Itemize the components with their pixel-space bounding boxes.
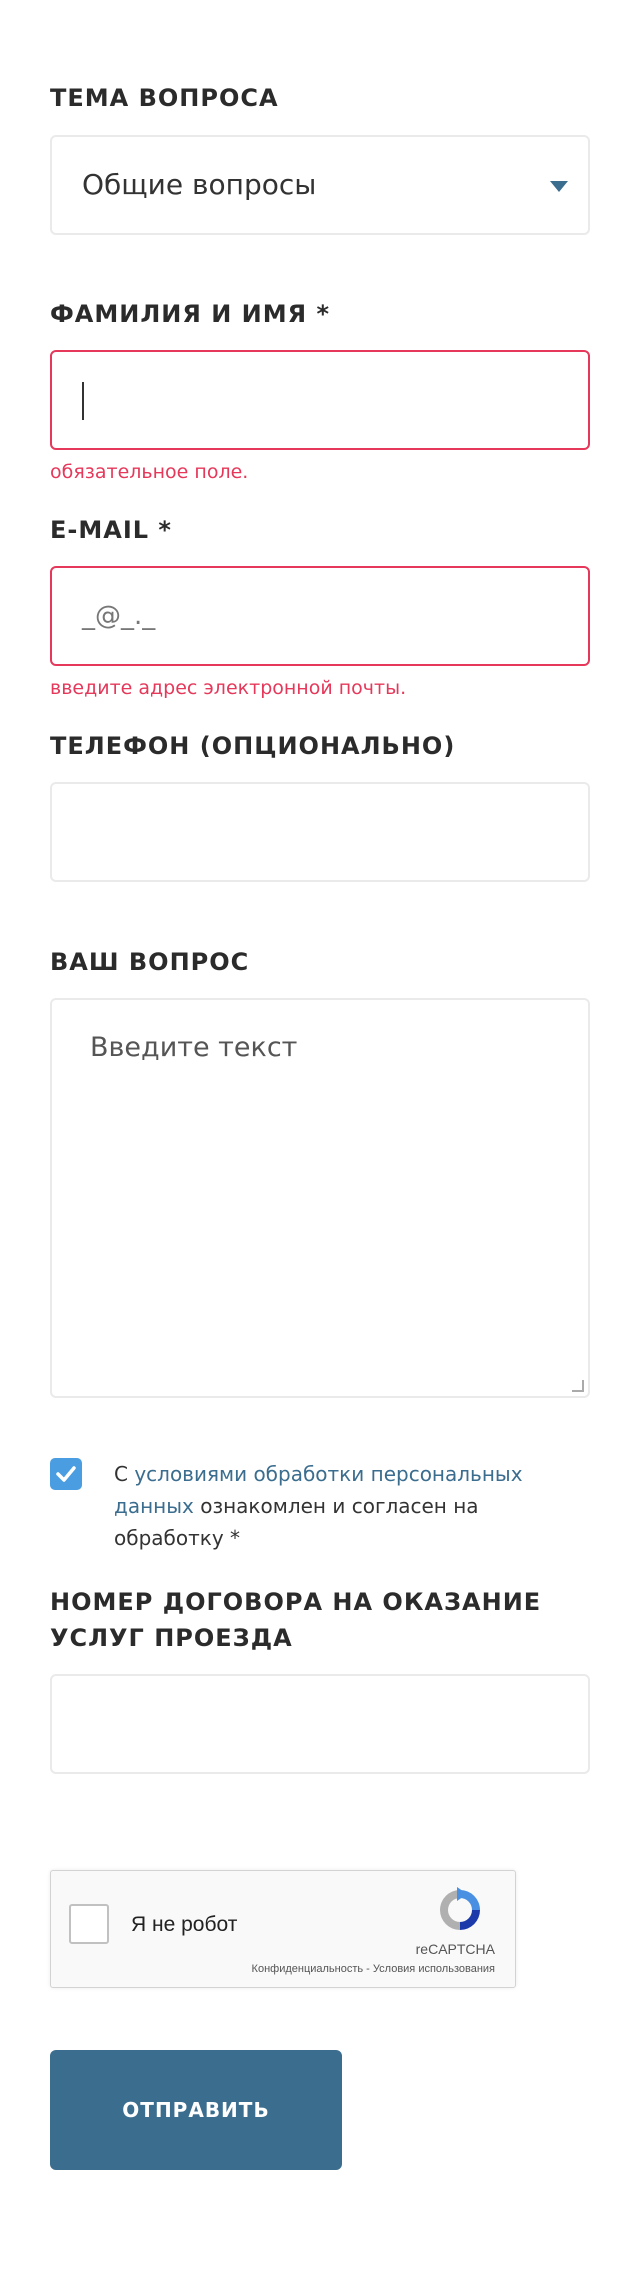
recaptcha-widget: Я не робот reCAPTCHA Конфиденциальность … [50,1870,516,1988]
contract-input[interactable] [50,1674,590,1774]
checkmark-icon [56,1466,76,1482]
topic-selected-value: Общие вопросы [82,168,317,201]
recaptcha-logo-icon [440,1887,480,1930]
question-label: ВАШ ВОПРОС [50,948,250,976]
contract-label: НОМЕР ДОГОВОРА НА ОКАЗАНИЕ УСЛУГ ПРОЕЗДА [50,1588,542,1652]
email-mask: _@_._ [82,601,156,631]
consent-text: С условиями обработки персональных данны… [114,1458,594,1554]
topic-select[interactable]: Общие вопросы [50,135,590,235]
name-label: ФАМИЛИЯ И ИМЯ * [50,300,330,328]
name-error-message: обязательное поле. [50,461,249,483]
question-textarea[interactable]: Введите текст [50,998,590,1398]
consent-checkbox[interactable] [50,1458,82,1490]
chevron-down-icon [550,181,568,192]
email-input[interactable]: _@_._ [50,566,590,666]
text-caret [82,382,84,420]
email-label: E-MAIL * [50,516,172,544]
recaptcha-checkbox[interactable] [69,1904,109,1944]
submit-button[interactable]: ОТПРАВИТЬ [50,2050,342,2170]
email-error-message: введите адрес электронной почты. [50,677,407,699]
phone-input[interactable] [50,782,590,882]
consent-prefix: С [114,1462,135,1486]
question-placeholder: Введите текст [90,1032,298,1063]
recaptcha-label: Я не робот [131,1913,238,1936]
resize-handle-icon[interactable] [572,1380,584,1392]
consent-row: С условиями обработки персональных данны… [50,1458,590,1550]
recaptcha-brand: reCAPTCHA [415,1941,495,1957]
topic-label: ТЕМА ВОПРОСА [50,84,279,112]
phone-label: ТЕЛЕФОН (ОПЦИОНАЛЬНО) [50,732,456,760]
name-input[interactable] [50,350,590,450]
recaptcha-links[interactable]: Конфиденциальность - Условия использован… [252,1963,495,1975]
